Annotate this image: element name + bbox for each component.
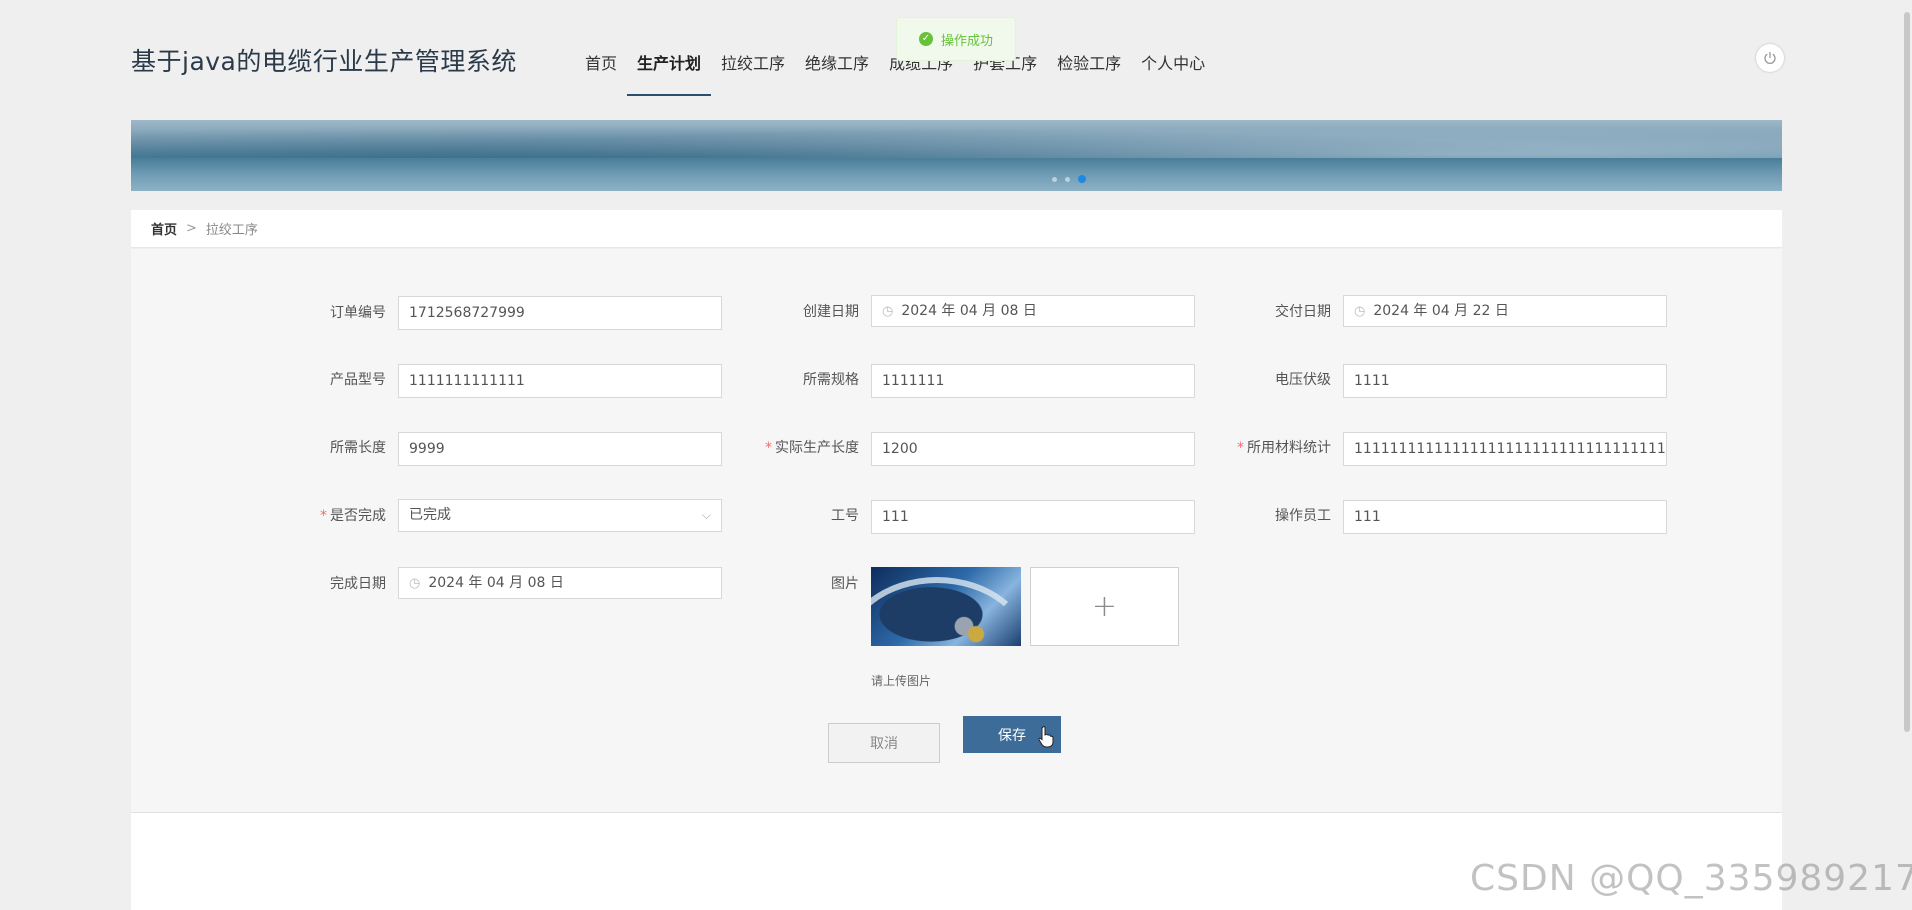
nav-insulation[interactable]: 绝缘工序 (795, 40, 879, 96)
material-stats-label: * 所用材料统计 (1237, 440, 1331, 456)
order-no-label: 订单编号 (330, 305, 386, 321)
banner-carousel (131, 120, 1782, 191)
carousel-dot-3[interactable] (1078, 175, 1086, 183)
toast-message: 操作成功 (940, 33, 993, 49)
delivery-date-value: 2024 年 04 月 22 日 (1373, 303, 1509, 319)
uploaded-image-thumbnail[interactable] (871, 567, 1021, 646)
logout-button[interactable] (1756, 44, 1784, 72)
chevron-down-icon: ⌵ (701, 508, 711, 522)
upload-add-button[interactable]: + (1030, 567, 1179, 646)
breadcrumb-home[interactable]: 首页 (151, 219, 177, 238)
nav-stranding[interactable]: 拉绞工序 (711, 40, 795, 96)
check-circle-icon: ✓ (918, 32, 933, 46)
spec-input[interactable]: 1111111 (871, 364, 1195, 398)
power-icon (1764, 52, 1776, 64)
operator-label: 操作员工 (1275, 508, 1331, 524)
employee-no-input[interactable]: 111 (871, 500, 1195, 534)
create-date-picker[interactable]: ◷ 2024 年 04 月 08 日 (871, 295, 1195, 327)
hand-cursor-icon (1038, 726, 1054, 748)
breadcrumb: 首页 > 拉绞工序 (131, 210, 1782, 248)
material-stats-input[interactable]: 1111111111111111111111111111111111111111… (1343, 432, 1667, 466)
product-model-label: 产品型号 (330, 372, 386, 388)
actual-length-input[interactable]: 1200 (871, 432, 1195, 466)
breadcrumb-separator: > (186, 221, 197, 236)
finish-date-label: 完成日期 (330, 576, 386, 592)
finish-date-picker[interactable]: ◷ 2024 年 04 月 08 日 (398, 567, 722, 599)
required-asterisk: * (1237, 440, 1244, 456)
actual-length-label: * 实际生产长度 (765, 440, 859, 456)
finish-date-value: 2024 年 04 月 08 日 (428, 575, 564, 591)
clock-icon: ◷ (1354, 304, 1366, 319)
required-asterisk: * (320, 508, 327, 524)
carousel-dot-1[interactable] (1052, 176, 1057, 182)
success-toast: ✓ 操作成功 (896, 17, 1016, 61)
delivery-date-picker[interactable]: ◷ 2024 年 04 月 22 日 (1343, 295, 1667, 327)
nav-home[interactable]: 首页 (575, 40, 627, 96)
voltage-label: 电压伏级 (1275, 372, 1331, 388)
create-date-label: 创建日期 (803, 304, 859, 320)
voltage-input[interactable]: 1111 (1343, 364, 1667, 398)
image-label: 图片 (831, 576, 859, 592)
completed-value: 已完成 (409, 507, 451, 523)
clock-icon: ◷ (409, 576, 421, 591)
breadcrumb-current: 拉绞工序 (205, 223, 258, 238)
upload-hint: 请上传图片 (871, 674, 932, 688)
completed-select[interactable]: 已完成 ⌵ (398, 499, 722, 532)
watermark: CSDN @QQ_3359892174 (1470, 858, 1912, 899)
create-date-value: 2024 年 04 月 08 日 (901, 303, 1037, 319)
employee-no-label: 工号 (831, 508, 859, 524)
required-asterisk: * (765, 440, 772, 456)
operator-input[interactable]: 111 (1343, 500, 1667, 534)
delivery-date-label: 交付日期 (1275, 304, 1331, 320)
carousel-indicators (1052, 175, 1086, 183)
nav-production-plan[interactable]: 生产计划 (627, 40, 712, 96)
clock-icon: ◷ (882, 304, 894, 319)
order-no-input[interactable]: 1712568727999 (398, 296, 722, 330)
page-scrollbar[interactable] (1904, 12, 1910, 732)
site-title: 基于java的电缆行业生产管理系统 (131, 47, 517, 76)
spec-label: 所需规格 (803, 372, 859, 388)
carousel-dot-2[interactable] (1065, 176, 1070, 182)
nav-inspection[interactable]: 检验工序 (1047, 40, 1131, 96)
cancel-button[interactable]: 取消 (828, 723, 940, 763)
product-model-input[interactable]: 1111111111111 (398, 364, 722, 398)
required-length-input[interactable]: 9999 (398, 432, 722, 466)
required-length-label: 所需长度 (330, 440, 386, 456)
completed-label: * 是否完成 (320, 508, 386, 524)
nav-personal-center[interactable]: 个人中心 (1131, 40, 1215, 96)
